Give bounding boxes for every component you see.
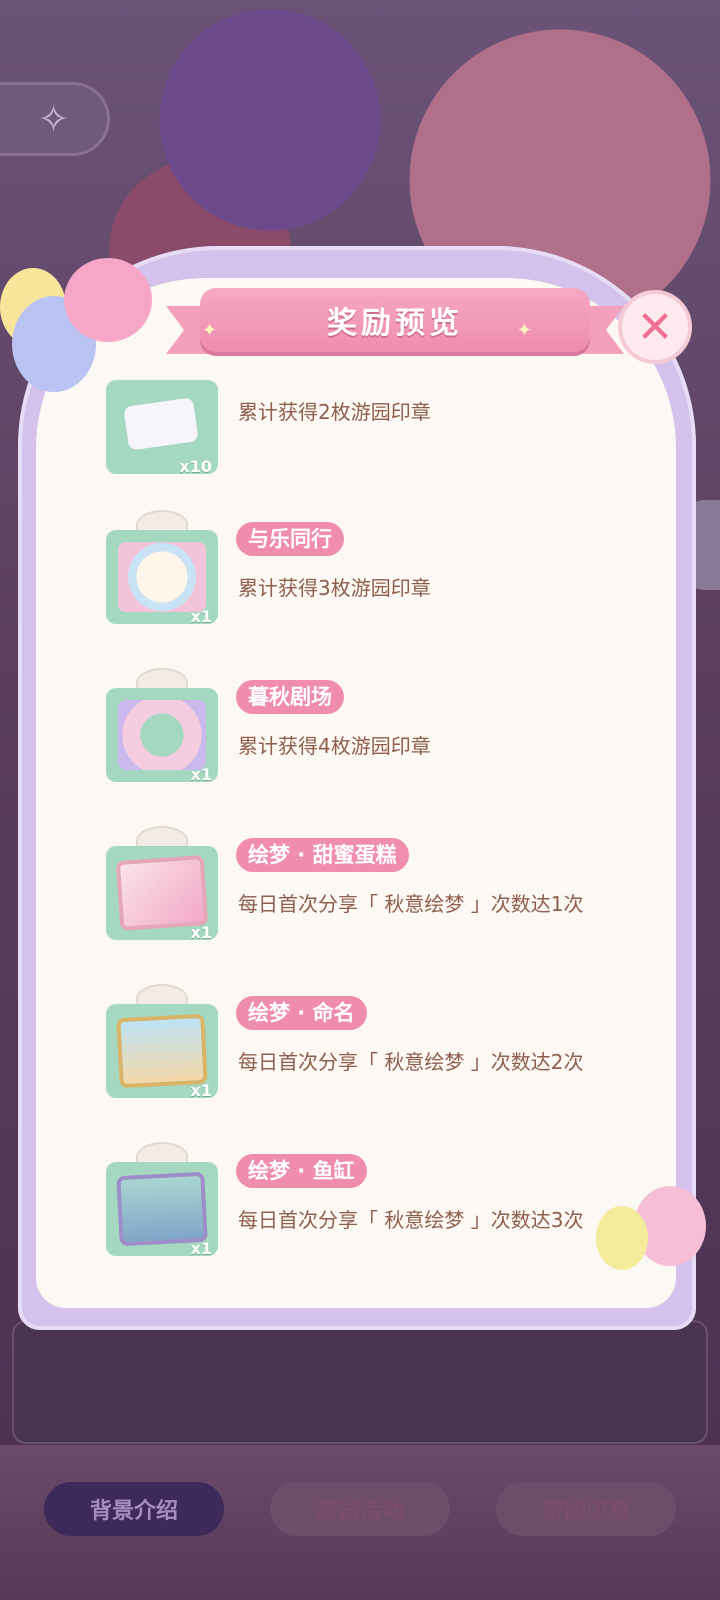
gift-box: x1 xyxy=(106,984,218,1102)
tab-park-stamp[interactable]: 游园印章 xyxy=(496,1482,676,1536)
compass-icon: ✧ xyxy=(37,97,70,141)
stage-frame-icon xyxy=(118,700,206,770)
list-item: x1 绘梦 · 甜蜜蛋糕 每日首次分享「 秋意绘梦 」次数达1次 xyxy=(36,826,676,966)
reward-list[interactable]: x10 累计获得2枚游园印章 x1 与乐同行 累计获得3枚游园印章 x1 暮秋剧… xyxy=(36,380,676,1300)
quantity-label: x1 xyxy=(190,765,212,784)
reward-name-badge: 与乐同行 xyxy=(236,522,344,556)
back-button[interactable]: ✧ xyxy=(0,82,110,156)
tab-park-activity[interactable]: 游园活动 xyxy=(270,1482,450,1536)
tab-background[interactable]: 背景介绍 xyxy=(44,1482,224,1536)
reward-description: 每日首次分享「 秋意绘梦 」次数达1次 xyxy=(238,892,584,916)
quantity-label: x10 xyxy=(179,457,212,476)
bottom-nav: 背景介绍 游园活动 游园印章 xyxy=(0,1482,720,1552)
quantity-label: x1 xyxy=(190,1239,212,1258)
reward-description: 每日首次分享「 秋意绘梦 」次数达3次 xyxy=(238,1208,584,1232)
reward-name-badge: 绘梦 · 命名 xyxy=(236,996,367,1030)
lower-panel xyxy=(12,1320,708,1444)
modal-title: 奖励预览 xyxy=(327,306,463,341)
reward-name-badge: 绘梦 · 鱼缸 xyxy=(236,1154,367,1188)
reward-name-badge: 暮秋剧场 xyxy=(236,680,344,714)
list-item: x10 累计获得2枚游园印章 xyxy=(36,380,676,500)
list-item: x1 绘梦 · 鱼缸 每日首次分享「 秋意绘梦 」次数达3次 xyxy=(36,1142,676,1282)
list-item: x1 暮秋剧场 累计获得4枚游园印章 xyxy=(36,668,676,808)
list-item: x1 绘梦 · 命名 每日首次分享「 秋意绘梦 」次数达2次 xyxy=(36,984,676,1124)
gift-box: x1 xyxy=(106,826,218,944)
close-button[interactable]: ✕ xyxy=(618,290,692,364)
reward-description: 累计获得2枚游园印章 xyxy=(238,400,431,424)
gift-box: x1 xyxy=(106,510,218,628)
quantity-label: x1 xyxy=(190,1081,212,1100)
painting-fishtank-icon xyxy=(116,1171,208,1247)
gift-box: x1 xyxy=(106,1142,218,1260)
gift-box: x1 xyxy=(106,668,218,786)
balloon-pink-icon xyxy=(64,258,152,342)
painting-naming-icon xyxy=(116,1013,208,1089)
close-icon: ✕ xyxy=(636,301,674,353)
quantity-label: x1 xyxy=(190,607,212,626)
list-item: x1 与乐同行 累计获得3枚游园印章 xyxy=(36,510,676,650)
reward-description: 累计获得4枚游园印章 xyxy=(238,734,431,758)
reward-name-badge: 绘梦 · 甜蜜蛋糕 xyxy=(236,838,409,872)
title-banner: ✦ ✦ 奖励预览 xyxy=(166,288,624,360)
gift-box: x10 xyxy=(106,380,218,478)
reward-description: 每日首次分享「 秋意绘梦 」次数达2次 xyxy=(238,1050,584,1074)
avatar-frame-icon xyxy=(118,542,206,612)
reward-description: 累计获得3枚游园印章 xyxy=(238,576,431,600)
quantity-label: x1 xyxy=(190,923,212,942)
painting-cake-icon xyxy=(115,855,209,931)
